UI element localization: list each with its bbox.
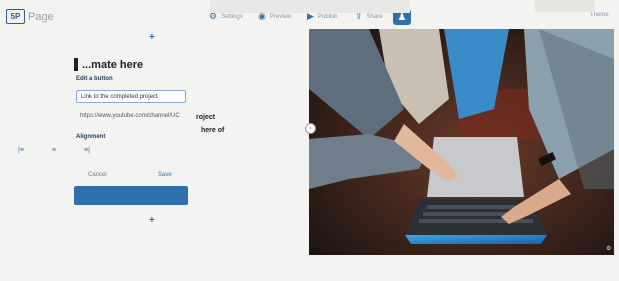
show-through-text-top [210,0,410,13]
text-cursor [74,58,78,71]
preview-label: Preview [269,13,292,20]
settings-label: Settings [221,13,243,20]
alignment-options: |≡ ≡ ≡| [18,147,90,154]
save-button[interactable]: Save [158,172,172,178]
button-url-input[interactable]: https://www.youtube.com/channel/UC [76,109,186,122]
alignment-label: Alignment [76,134,106,140]
image-settings-icon[interactable]: ⚙ [606,245,611,252]
theme-button[interactable]: Theme [590,12,609,18]
logo-mark: 5P [6,9,25,24]
add-block-bottom-button[interactable]: + [149,215,155,226]
user-icon: ♟ [397,11,407,23]
edit-button-label: Edit a button [76,76,113,82]
button-preview[interactable] [74,186,188,205]
app-logo[interactable]: 5P Page [6,9,54,24]
image-resize-handle[interactable]: ‹ [305,123,316,134]
align-left-button[interactable]: |≡ [18,147,24,154]
share-label: Share [366,13,383,20]
hero-image-art [309,29,614,255]
add-block-top-button[interactable]: + [149,32,155,43]
page-text-line-1: roject [196,114,216,121]
app-name: Page [28,10,54,23]
cancel-button[interactable]: Cancel [88,172,107,178]
button-text-input[interactable]: Link to the completed project [76,90,186,103]
block-heading: ...mate here [74,58,143,71]
align-center-button[interactable]: ≡ [52,147,56,154]
hero-image[interactable] [309,29,614,255]
block-heading-text: ...mate here [82,58,144,71]
page-text-line-2: here of [201,127,225,134]
publish-label: Publish [317,13,338,20]
align-right-button[interactable]: ≡| [84,147,90,154]
show-through-text-corner [535,0,595,12]
